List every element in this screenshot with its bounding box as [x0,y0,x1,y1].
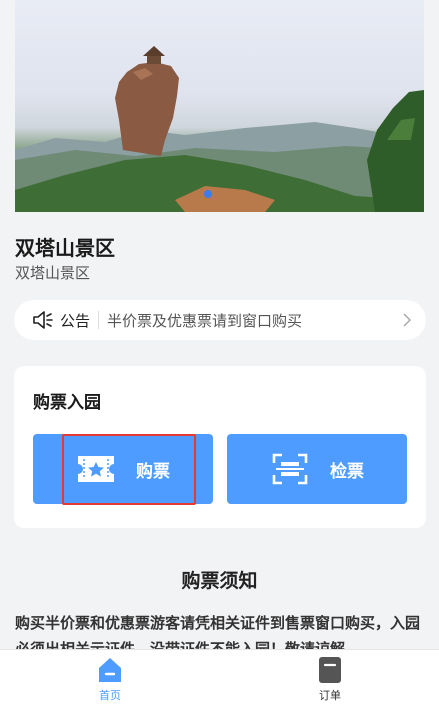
carousel-indicator[interactable] [204,190,212,198]
scenic-banner-image [15,0,424,212]
speaker-icon [33,311,53,329]
scan-icon [272,453,308,485]
scenic-subtitle: 双塔山景区 [15,264,91,282]
notice-label: 公告 [60,311,91,330]
ticket-entry-card: 购票入园 购票 检票 [14,366,426,528]
notice-divider [98,311,100,329]
bottom-tab-bar: 首页 订单 [0,649,439,704]
buy-ticket-label: 购票 [136,461,170,482]
order-icon [319,657,341,683]
ticket-card-title: 购票入园 [33,393,101,413]
ticket-icon [78,456,114,482]
notice-bar[interactable]: 公告 半价票及优惠票请到窗口购买 [14,300,426,340]
notice-text: 半价票及优惠票请到窗口购买 [107,311,303,330]
buy-ticket-button[interactable]: 购票 [33,434,213,504]
home-icon [99,658,121,682]
tab-home-label: 首页 [99,689,121,702]
check-ticket-label: 检票 [330,461,364,482]
tab-orders-label: 订单 [319,689,341,702]
scenic-name: 双塔山景区 [15,236,115,260]
tab-home[interactable]: 首页 [80,656,140,703]
check-ticket-button[interactable]: 检票 [227,434,407,504]
chevron-right-icon [403,313,412,327]
tab-orders[interactable]: 订单 [300,656,360,703]
purchase-notes-title: 购票须知 [181,570,258,592]
